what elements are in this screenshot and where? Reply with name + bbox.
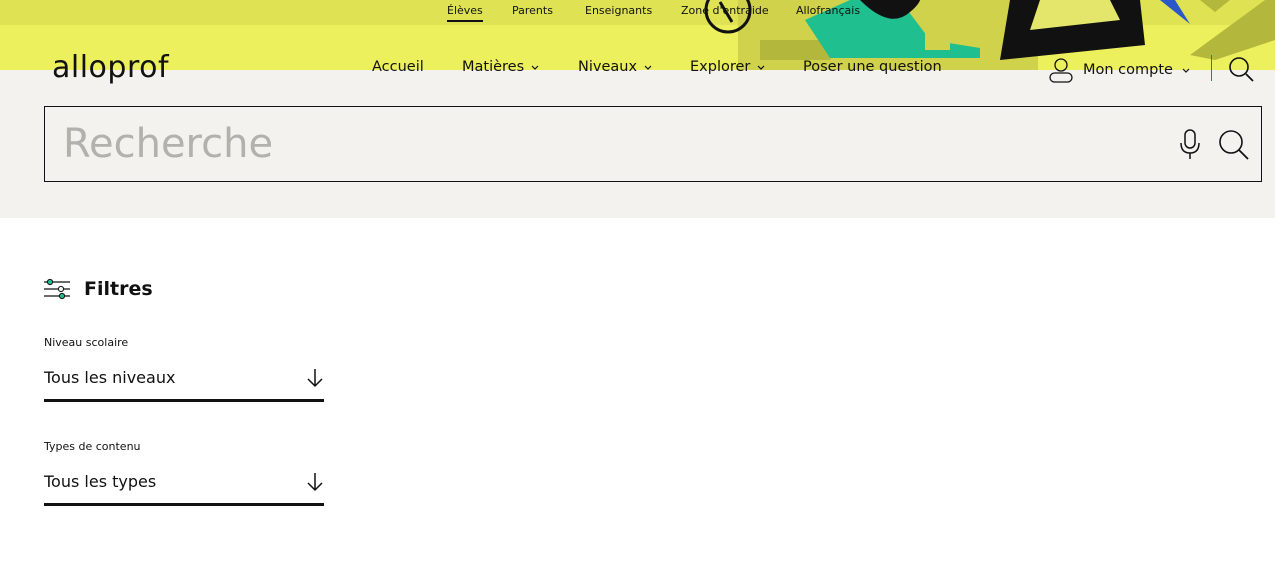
level-filter-label: Niveau scolaire	[44, 336, 129, 349]
alloprof-logo[interactable]: alloprof	[52, 50, 169, 86]
nav-niveaux-label: Niveaux	[578, 59, 638, 75]
arrow-down-icon	[307, 473, 323, 492]
nav-accueil[interactable]: Accueil	[372, 59, 424, 75]
account-label: Mon compte	[1083, 62, 1173, 78]
header-divider	[1211, 55, 1212, 81]
search-box	[44, 106, 1262, 182]
content-type-filter-label: Types de contenu	[44, 440, 141, 453]
nav-accueil-label: Accueil	[372, 59, 424, 75]
chevron-down-icon	[1182, 68, 1190, 73]
level-filter-value: Tous les niveaux	[44, 368, 176, 387]
audience-link-enseignants[interactable]: Enseignants	[585, 4, 652, 17]
microphone-icon	[1180, 129, 1200, 159]
nav-matieres[interactable]: Matières	[462, 59, 540, 75]
content-type-filter-select[interactable]: Tous les types	[44, 466, 324, 506]
search-icon	[1219, 130, 1249, 160]
filters-header: Filtres	[44, 278, 153, 300]
chevron-down-icon	[531, 65, 539, 70]
nav-poser-question-label: Poser une question	[803, 59, 942, 75]
nav-poser-question[interactable]: Poser une question	[803, 59, 942, 75]
audience-link-allofrancais[interactable]: Allofrançais	[796, 4, 860, 17]
search-input[interactable]	[45, 107, 1155, 181]
chevron-down-icon	[757, 65, 765, 70]
level-filter-select[interactable]: Tous les niveaux	[44, 362, 324, 402]
filter-sliders-icon	[44, 278, 70, 300]
account-menu[interactable]: Mon compte	[1047, 56, 1191, 84]
site-header: Élèves Parents Enseignants Zone d'entrai…	[0, 0, 1275, 218]
nav-matieres-label: Matières	[462, 59, 525, 75]
arrow-down-icon	[307, 369, 323, 388]
audience-link-zone-entraide[interactable]: Zone d'entraide	[681, 4, 769, 17]
search-submit-button[interactable]	[1218, 129, 1250, 164]
user-icon	[1049, 58, 1073, 83]
search-icon	[1229, 57, 1254, 82]
audience-link-eleves[interactable]: Élèves	[447, 4, 483, 22]
chevron-down-icon	[644, 65, 652, 70]
nav-explorer-label: Explorer	[690, 59, 751, 75]
content-type-filter-value: Tous les types	[44, 472, 157, 491]
audience-link-parents[interactable]: Parents	[512, 4, 553, 17]
nav-explorer[interactable]: Explorer	[690, 59, 766, 75]
audience-nav: Élèves Parents Enseignants Zone d'entrai…	[0, 0, 1275, 25]
voice-search-button[interactable]	[1179, 129, 1201, 164]
filters-title: Filtres	[84, 278, 153, 300]
nav-niveaux[interactable]: Niveaux	[578, 59, 653, 75]
header-search-button[interactable]	[1227, 55, 1255, 87]
